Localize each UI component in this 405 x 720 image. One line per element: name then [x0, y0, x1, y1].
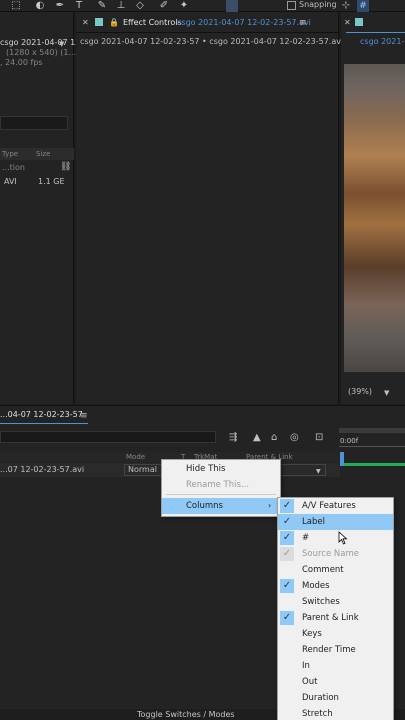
divider [76, 32, 339, 33]
hierarchy-icon[interactable]: ⛓ [60, 162, 71, 172]
composition-tab-label[interactable]: csgo 2021-0 [360, 37, 405, 46]
project-item-fps: , 24.00 fps [0, 58, 43, 67]
effect-controls-layer[interactable]: csgo 2021-04-07 12-02-23-57.avi [177, 18, 311, 27]
draft-3d-icon[interactable]: ▲ [253, 433, 261, 443]
column-option-modes[interactable]: ✓ Modes [278, 578, 393, 594]
roto-brush-icon[interactable]: ✐ [158, 0, 170, 12]
snapping-checkbox[interactable] [287, 1, 296, 10]
column-option-in[interactable]: In [278, 658, 393, 674]
effect-controls-title[interactable]: Effect Controls [123, 18, 182, 27]
playhead[interactable] [340, 452, 344, 466]
timeline-search-input[interactable] [0, 431, 216, 443]
grid-icon[interactable]: # [357, 0, 369, 12]
timeline-tab-label[interactable]: ...04-07 12-02-23-57 [0, 410, 83, 419]
label-color-swatch [95, 18, 103, 26]
clone-stamp-icon[interactable]: ⊥ [115, 0, 127, 12]
mask-icon[interactable]: ◐ [34, 0, 46, 12]
column-context-menu: Hide This Rename This... Columns › [161, 459, 281, 517]
type-icon[interactable]: T [73, 0, 85, 12]
panel-menu-icon[interactable]: ≡ [80, 411, 88, 421]
menu-separator [166, 494, 276, 495]
panel-menu-icon[interactable]: ≡ [299, 18, 307, 28]
column-option-switches[interactable]: Switches [278, 594, 393, 610]
project-row-size: 1.1 GE [38, 177, 65, 186]
layer-mode-value: Normal [128, 465, 157, 474]
effect-controls-panel: ✕ 🔒 Effect Controls csgo 2021-04-07 12-0… [76, 12, 343, 404]
menu-item-rename-this: Rename This... [186, 480, 250, 490]
toggle-switches-modes[interactable]: Toggle Switches / Modes [137, 710, 235, 719]
label-color-swatch [355, 18, 363, 26]
menu-item-columns[interactable]: Columns › [162, 498, 280, 514]
checkmark-icon: ✓ [280, 531, 294, 545]
tab-underline [0, 423, 88, 424]
tools-toolbar: ⬚ ◐ ✒ T ✎ ⊥ ◇ ✐ ✦ Snapping ⊹ # [0, 0, 405, 12]
project-panel: csgo 2021-04-07 12-02-23-57 ▼ (1280 x 54… [0, 12, 120, 404]
time-ruler [339, 446, 405, 447]
project-row-type: AVI [4, 177, 17, 186]
project-item-dimensions: (1280 x 540) (1... [6, 48, 77, 57]
eraser-icon[interactable]: ◇ [134, 0, 146, 12]
column-type[interactable]: Type [2, 150, 18, 158]
checkmark-icon: ✓ [280, 499, 294, 513]
menu-item-hide-this[interactable]: Hide This [162, 461, 280, 477]
snapping-label: Snapping [299, 0, 337, 9]
columns-submenu: ✓ A/V Features ✓ Label ✓ # ✓ Source Name… [277, 497, 394, 720]
snap-icon[interactable]: ⊹ [340, 0, 352, 12]
column-option-parent-link[interactable]: ✓ Parent & Link [278, 610, 393, 626]
select-icon[interactable]: ⬚ [10, 0, 22, 12]
active-tool-icon[interactable] [226, 0, 238, 12]
mouse-cursor-icon [338, 531, 348, 545]
checkmark-icon: ✓ [280, 579, 294, 593]
time-marker: 0:00f [340, 437, 359, 445]
column-option-number[interactable]: ✓ # [278, 530, 393, 546]
composition-flowchart-icon[interactable]: ⇶ [229, 433, 237, 443]
column-option-render-time[interactable]: Render Time [278, 642, 393, 658]
effect-controls-breadcrumb: csgo 2021-04-07 12-02-23-57 • csgo 2021-… [80, 37, 344, 46]
pen-icon[interactable]: ✒ [54, 0, 66, 12]
column-option-comment[interactable]: Comment [278, 562, 393, 578]
layer-duration-bar[interactable] [340, 463, 405, 466]
checkmark-icon: ✓ [280, 611, 294, 625]
column-option-label[interactable]: ✓ Label [278, 514, 393, 530]
motion-blur-icon[interactable]: ◎ [290, 433, 299, 443]
checkmark-icon: ✓ [280, 547, 294, 561]
zoom-value[interactable]: (39%) [348, 387, 372, 396]
column-mode[interactable]: Mode [126, 453, 145, 461]
column-option-stretch[interactable]: Stretch [278, 706, 393, 720]
column-option-keys[interactable]: Keys [278, 626, 393, 642]
tab-underline [346, 32, 405, 33]
brush-icon[interactable]: ✎ [96, 0, 108, 12]
checkmark-icon: ✓ [280, 515, 294, 529]
chevron-down-icon[interactable]: ▼ [316, 467, 321, 477]
column-option-source-name: ✓ Source Name [278, 546, 393, 562]
column-option-av-features[interactable]: ✓ A/V Features [278, 498, 393, 514]
composition-viewer-image[interactable] [344, 64, 405, 372]
puppet-pin-icon[interactable]: ✦ [178, 0, 190, 12]
project-search-input[interactable] [0, 116, 68, 130]
shy-layers-icon[interactable]: ⌂ [271, 433, 277, 443]
layer-name[interactable]: ...07 12-02-23-57.avi [0, 465, 84, 474]
chevron-down-icon[interactable]: ▼ [384, 388, 389, 398]
lock-icon[interactable]: 🔒 [109, 18, 119, 28]
project-row-name[interactable]: ...tion [2, 163, 25, 172]
column-option-duration[interactable]: Duration [278, 690, 393, 706]
graph-editor-icon[interactable]: ⊡ [315, 433, 323, 443]
time-navigator[interactable] [339, 428, 405, 433]
composition-panel: ✕ csgo 2021-0 (39%) ▼ [341, 12, 405, 404]
close-icon[interactable]: ✕ [344, 18, 351, 28]
column-size[interactable]: Size [36, 150, 50, 158]
chevron-right-icon: › [268, 501, 272, 510]
column-option-out[interactable]: Out [278, 674, 393, 690]
close-icon[interactable]: ✕ [82, 18, 89, 28]
